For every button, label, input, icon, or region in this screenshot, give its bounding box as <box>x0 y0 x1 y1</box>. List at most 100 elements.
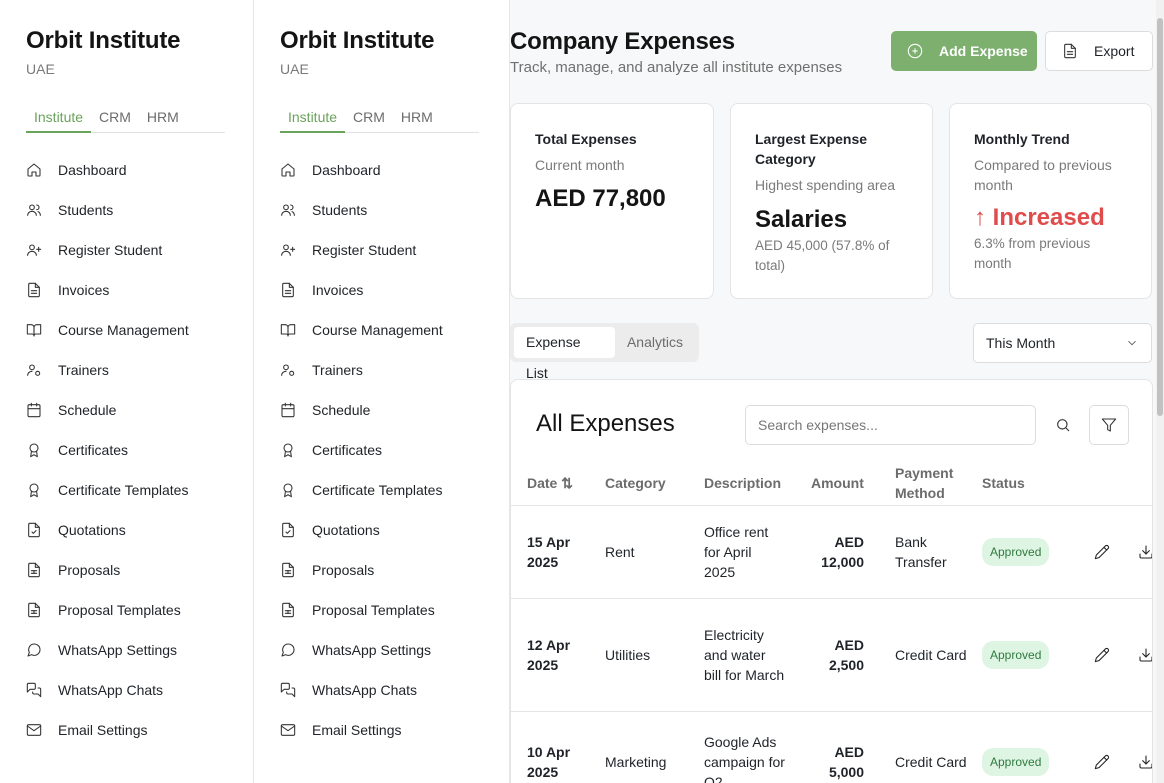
row-date: 15 Apr 2025 <box>527 534 571 570</box>
tab-hrm[interactable]: HRM <box>139 106 187 133</box>
scrollbar-thumb[interactable] <box>1157 18 1163 416</box>
column-amount: Amount <box>811 474 864 491</box>
user-plus-icon <box>280 242 296 258</box>
card-note: 6.3% from previous month <box>974 236 1091 271</box>
sidebar-item-students[interactable]: Students <box>26 190 246 230</box>
sidebar-item-label: Certificate Templates <box>58 482 189 498</box>
sidebar-item-quotations[interactable]: Quotations <box>26 510 246 550</box>
mail-icon <box>280 722 296 738</box>
sidebar-item-whatsapp-chats[interactable]: WhatsApp Chats <box>280 670 500 710</box>
card-value: Salaries <box>755 206 848 233</box>
sidebar-item-course-management[interactable]: Course Management <box>280 310 500 350</box>
sidebar-item-certificate-templates[interactable]: Certificate Templates <box>26 470 246 510</box>
award-icon <box>280 482 296 498</box>
card-value: AED 77,800 <box>535 185 666 212</box>
tab-crm[interactable]: CRM <box>91 106 139 133</box>
edit-button[interactable] <box>1094 506 1110 598</box>
tab-expense-list[interactable]: Expense List <box>514 327 615 381</box>
users-icon <box>26 202 42 218</box>
view-tabs: Expense List Analytics <box>510 323 699 381</box>
sidebar-item-dashboard[interactable]: Dashboard <box>26 150 246 190</box>
monthly-trend-card: Monthly Trend Compared to previous month… <box>949 103 1152 299</box>
row-description: Office rent for April 2025 <box>704 524 769 580</box>
page-title: Company Expenses <box>510 28 735 55</box>
sidebar-item-proposal-templates[interactable]: Proposal Templates <box>26 590 246 630</box>
sidebar-item-label: Proposal Templates <box>58 602 181 618</box>
sidebar-item-label: Email Settings <box>58 722 148 738</box>
tab-institute[interactable]: Institute <box>26 106 92 133</box>
file-spreadsheet-icon <box>280 602 296 618</box>
sidebar-item-whatsapp-settings[interactable]: WhatsApp Settings <box>26 630 246 670</box>
sidebar-item-certificates[interactable]: Certificates <box>280 430 500 470</box>
row-amount: AED 12,000 <box>821 534 864 570</box>
sidebar-item-label: Proposal Templates <box>312 602 435 618</box>
sidebar-item-proposals[interactable]: Proposals <box>280 550 500 590</box>
search-icon[interactable] <box>1048 405 1078 445</box>
sidebar-item-schedule[interactable]: Schedule <box>280 390 500 430</box>
sidebar-item-invoices[interactable]: Invoices <box>26 270 246 310</box>
sidebar-item-certificate-templates[interactable]: Certificate Templates <box>280 470 500 510</box>
card-subtitle: Current month <box>535 157 625 173</box>
row-status: Approved <box>982 712 1072 783</box>
sidebar-item-label: Invoices <box>58 282 110 298</box>
table-row[interactable]: 10 Apr 2025 Marketing Google Ads campaign … <box>511 712 1152 783</box>
table-row[interactable]: 15 Apr 2025 Rent Office rent for April 202… <box>511 506 1152 599</box>
status-badge: Approved <box>982 538 1050 566</box>
sidebar-item-register-student[interactable]: Register Student <box>280 230 500 270</box>
sidebar-item-label: Register Student <box>312 242 417 258</box>
message-circle-icon <box>280 642 296 658</box>
user-cog-icon <box>280 362 296 378</box>
edit-button[interactable] <box>1094 599 1110 711</box>
sidebar-item-trainers[interactable]: Trainers <box>280 350 500 390</box>
sidebar-item-proposals[interactable]: Proposals <box>26 550 246 590</box>
export-label: Export <box>1094 43 1135 59</box>
export-button[interactable]: Export <box>1045 31 1153 71</box>
messages-square-icon <box>26 682 42 698</box>
sidebar-item-label: WhatsApp Settings <box>58 642 178 658</box>
sidebar-secondary: Orbit Institute UAE Institute CRM HRM Da… <box>254 0 510 783</box>
file-check-icon <box>26 522 42 538</box>
period-select[interactable]: This Month <box>973 323 1152 363</box>
table-row[interactable]: 12 Apr 2025 Utilities Electricity and wate… <box>511 599 1152 712</box>
add-expense-button[interactable]: Add Expense <box>891 31 1037 71</box>
sidebar-item-whatsapp-chats[interactable]: WhatsApp Chats <box>26 670 246 710</box>
sidebar-item-certificates[interactable]: Certificates <box>26 430 246 470</box>
tab-analytics[interactable]: Analytics <box>615 327 695 358</box>
filter-button[interactable] <box>1089 405 1129 445</box>
sidebar-item-label: Certificates <box>58 442 129 458</box>
column-payment-method: Payment Method <box>895 464 954 501</box>
tab-crm[interactable]: CRM <box>345 106 393 133</box>
module-tabs: Institute CRM HRM <box>26 106 225 133</box>
sidebar-item-schedule[interactable]: Schedule <box>26 390 246 430</box>
sidebar-item-course-management[interactable]: Course Management <box>26 310 246 350</box>
user-plus-icon <box>26 242 42 258</box>
column-date[interactable]: Date ⇅ <box>527 460 597 505</box>
sidebar-item-dashboard[interactable]: Dashboard <box>280 150 500 190</box>
sidebar-item-invoices[interactable]: Invoices <box>280 270 500 310</box>
file-spreadsheet-icon <box>26 562 42 578</box>
edit-button[interactable] <box>1094 712 1110 783</box>
download-button[interactable] <box>1138 712 1152 783</box>
download-button[interactable] <box>1138 506 1152 598</box>
sidebar-item-label: Dashboard <box>58 162 127 178</box>
sidebar-item-register-student[interactable]: Register Student <box>26 230 246 270</box>
card-subtitle: Highest spending area <box>755 177 896 193</box>
sidebar-item-label: Students <box>312 202 368 218</box>
sidebar-item-email-settings[interactable]: Email Settings <box>280 710 500 750</box>
row-status: Approved <box>982 506 1072 598</box>
card-title: Monthly Trend <box>974 131 1070 147</box>
search-input[interactable] <box>745 405 1036 445</box>
sidebar-item-quotations[interactable]: Quotations <box>280 510 500 550</box>
file-text-icon <box>1062 43 1078 59</box>
tab-hrm[interactable]: HRM <box>393 106 441 133</box>
tab-institute[interactable]: Institute <box>280 106 346 133</box>
sidebar-item-email-settings[interactable]: Email Settings <box>26 710 246 750</box>
sidebar-item-proposal-templates[interactable]: Proposal Templates <box>280 590 500 630</box>
sidebar-item-whatsapp-settings[interactable]: WhatsApp Settings <box>280 630 500 670</box>
sidebar-item-trainers[interactable]: Trainers <box>26 350 246 390</box>
sidebar-item-label: Proposals <box>58 562 121 578</box>
download-button[interactable] <box>1138 599 1152 711</box>
sidebar-item-students[interactable]: Students <box>280 190 500 230</box>
users-icon <box>280 202 296 218</box>
row-amount: AED 5,000 <box>828 743 864 780</box>
